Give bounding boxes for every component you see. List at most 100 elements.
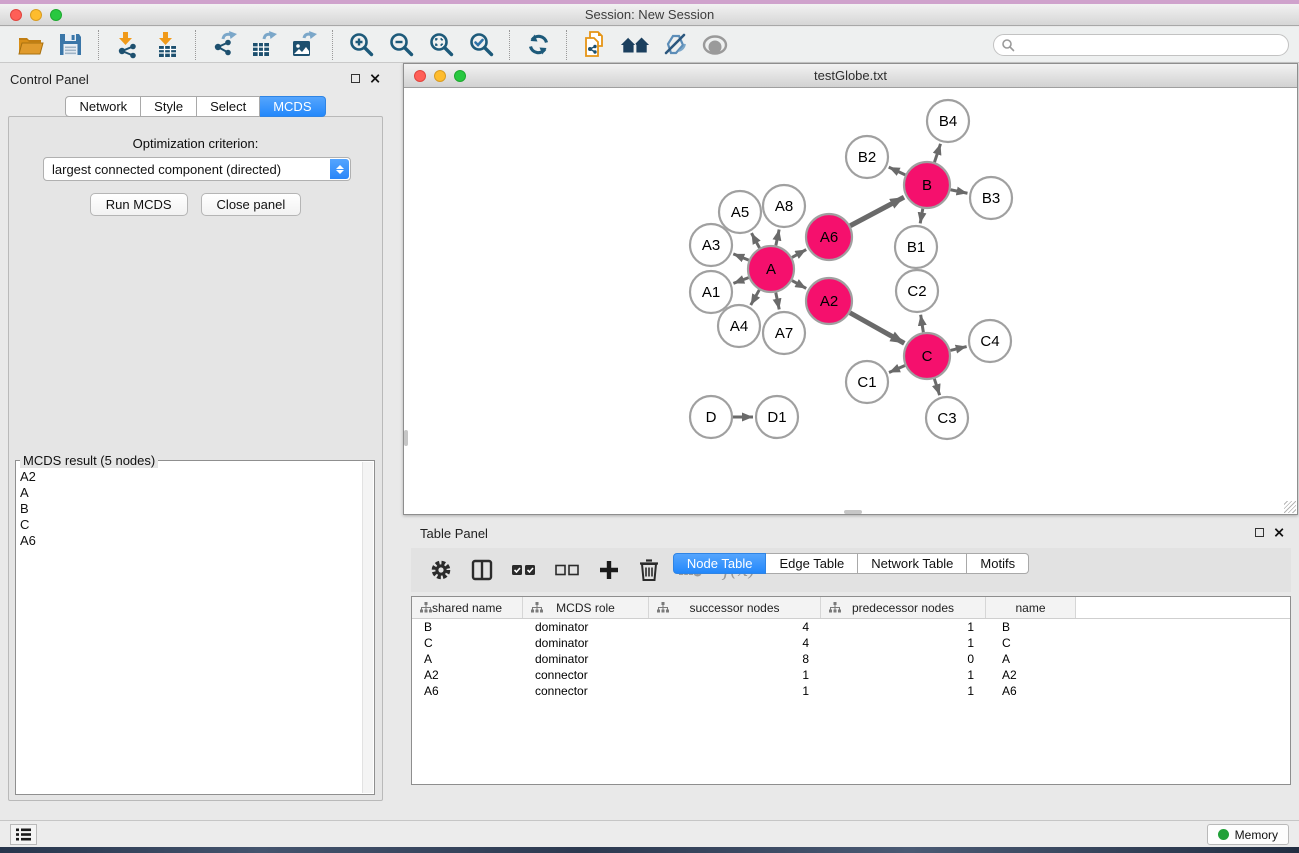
- graph-edge-A-A6[interactable]: [792, 250, 806, 258]
- graph-edge-A6-B[interactable]: [850, 197, 904, 226]
- graph-node-C1[interactable]: C1: [846, 361, 888, 403]
- node-label-A5: A5: [731, 204, 749, 221]
- graph-edge-A-A3[interactable]: [733, 254, 748, 260]
- graph-node-B4[interactable]: B4: [927, 100, 969, 142]
- export-table-icon[interactable]: [249, 30, 279, 60]
- memory-button[interactable]: Memory: [1207, 824, 1289, 845]
- zoom-selected-icon[interactable]: [466, 30, 496, 60]
- graph-node-A1[interactable]: A1: [690, 271, 732, 313]
- table-panel-header-buttons: ⨯: [1255, 527, 1285, 537]
- tab-edge-table[interactable]: Edge Table: [766, 553, 858, 574]
- node-label-C4: C4: [980, 333, 999, 350]
- graph-edge-C-C3[interactable]: [934, 379, 939, 395]
- graph-node-A2[interactable]: A2: [806, 278, 852, 324]
- export-image-icon[interactable]: [289, 30, 319, 60]
- graph-edge-B-B4[interactable]: [934, 144, 940, 162]
- graph-node-A7[interactable]: A7: [763, 312, 805, 354]
- mcds-result-box: MCDS result (5 nodes) A2ABCA6: [15, 460, 375, 795]
- graph-edge-C-C1[interactable]: [889, 366, 905, 373]
- search-input[interactable]: [993, 34, 1289, 56]
- graph-node-A5[interactable]: A5: [719, 191, 761, 233]
- label-off-icon[interactable]: [660, 30, 690, 60]
- network-window-titlebar[interactable]: testGlobe.txt: [404, 64, 1297, 88]
- optimization-criterion-value: largest connected component (directed): [52, 162, 281, 177]
- graph-node-C4[interactable]: C4: [969, 320, 1011, 362]
- graph-edge-A-A8[interactable]: [776, 230, 779, 246]
- graph-node-B[interactable]: B: [904, 162, 950, 208]
- main-titlebar: Session: New Session: [0, 4, 1299, 26]
- graph-node-B3[interactable]: B3: [970, 177, 1012, 219]
- result-item-c[interactable]: C: [20, 517, 360, 533]
- zoom-out-icon[interactable]: [386, 30, 416, 60]
- zoom-fit-icon[interactable]: [426, 30, 456, 60]
- close-panel-icon[interactable]: ⨯: [369, 73, 381, 83]
- graph-node-B1[interactable]: B1: [895, 226, 937, 268]
- float-panel-icon[interactable]: [351, 74, 360, 83]
- eye-icon[interactable]: [700, 30, 730, 60]
- tab-node-table[interactable]: Node Table: [673, 553, 767, 574]
- network-canvas[interactable]: B4 B2 B B3 A5 A8A6 A3 B1 A A1 C2 A2 A4A7 C4 C C1 C3 D D1: [404, 88, 1297, 514]
- horizontal-scrollbar-thumb[interactable]: [844, 510, 862, 514]
- control-panel: Control Panel ⨯ NetworkStyleSelectMCDS O…: [0, 63, 391, 820]
- save-session-icon[interactable]: [55, 30, 85, 60]
- graph-node-A6[interactable]: A6: [806, 214, 852, 260]
- graph-edge-C-C2[interactable]: [921, 315, 924, 333]
- close-panel-button[interactable]: Close panel: [201, 193, 302, 216]
- tab-select[interactable]: Select: [197, 96, 260, 117]
- result-item-b[interactable]: B: [20, 501, 360, 517]
- tab-network[interactable]: Network: [65, 96, 141, 117]
- vertical-scrollbar-thumb[interactable]: [404, 430, 408, 446]
- zoom-in-icon[interactable]: [346, 30, 376, 60]
- graph-edge-A2-C[interactable]: [850, 313, 904, 344]
- graph-node-C2[interactable]: C2: [896, 270, 938, 312]
- result-scrollbar[interactable]: [362, 462, 373, 793]
- tab-motifs[interactable]: Motifs: [967, 553, 1029, 574]
- result-item-a6[interactable]: A6: [20, 533, 360, 549]
- import-network-icon[interactable]: [112, 30, 142, 60]
- mcds-result-list: A2ABCA6: [20, 469, 360, 790]
- desktop-wallpaper-strip: [0, 847, 1299, 853]
- graph-node-A3[interactable]: A3: [690, 224, 732, 266]
- graph-edge-B-B3[interactable]: [951, 190, 968, 193]
- result-item-a2[interactable]: A2: [20, 469, 360, 485]
- close-panel-icon[interactable]: ⨯: [1273, 527, 1285, 537]
- graph-edge-A-A1[interactable]: [733, 278, 748, 284]
- network-title: testGlobe.txt: [404, 68, 1297, 83]
- graph-edge-A-A7[interactable]: [776, 293, 779, 310]
- table-panel: Table Panel ⨯: [403, 520, 1299, 816]
- tab-network-table[interactable]: Network Table: [858, 553, 967, 574]
- refresh-layout-icon[interactable]: [523, 30, 553, 60]
- graph-edge-C-C4[interactable]: [950, 347, 966, 351]
- result-item-a[interactable]: A: [20, 485, 360, 501]
- open-folder-icon[interactable]: [15, 30, 45, 60]
- copy-network-icon[interactable]: [580, 30, 610, 60]
- task-history-button[interactable]: [10, 824, 37, 845]
- mcds-action-buttons: Run MCDS Close panel: [9, 193, 382, 216]
- graph-node-D[interactable]: D: [690, 396, 732, 438]
- graph-edge-A-A5[interactable]: [751, 233, 759, 248]
- graph-edge-B-B2[interactable]: [889, 167, 906, 175]
- graph-edge-B-B1[interactable]: [920, 209, 923, 224]
- graph-node-A4[interactable]: A4: [718, 305, 760, 347]
- status-bar: Memory: [0, 820, 1299, 847]
- graph-node-C3[interactable]: C3: [926, 397, 968, 439]
- home-icon[interactable]: [620, 30, 650, 60]
- graph-edge-A-A4[interactable]: [751, 290, 760, 305]
- optimization-criterion-select[interactable]: largest connected component (directed): [43, 157, 351, 181]
- tab-mcds[interactable]: MCDS: [260, 96, 325, 117]
- control-panel-tabs: NetworkStyleSelectMCDS: [0, 96, 391, 117]
- export-network-icon[interactable]: [209, 30, 239, 60]
- run-mcds-button[interactable]: Run MCDS: [90, 193, 188, 216]
- graph-edge-A-A2[interactable]: [792, 281, 806, 289]
- memory-label: Memory: [1235, 828, 1278, 842]
- float-panel-icon[interactable]: [1255, 528, 1264, 537]
- import-table-icon[interactable]: [152, 30, 182, 60]
- graph-node-C[interactable]: C: [904, 333, 950, 379]
- graph-node-B2[interactable]: B2: [846, 136, 888, 178]
- resize-grip-icon[interactable]: [1284, 501, 1296, 513]
- node-label-B: B: [922, 177, 932, 194]
- graph-node-A8[interactable]: A8: [763, 185, 805, 227]
- tab-style[interactable]: Style: [141, 96, 197, 117]
- graph-node-A[interactable]: A: [748, 246, 794, 292]
- graph-node-D1[interactable]: D1: [756, 396, 798, 438]
